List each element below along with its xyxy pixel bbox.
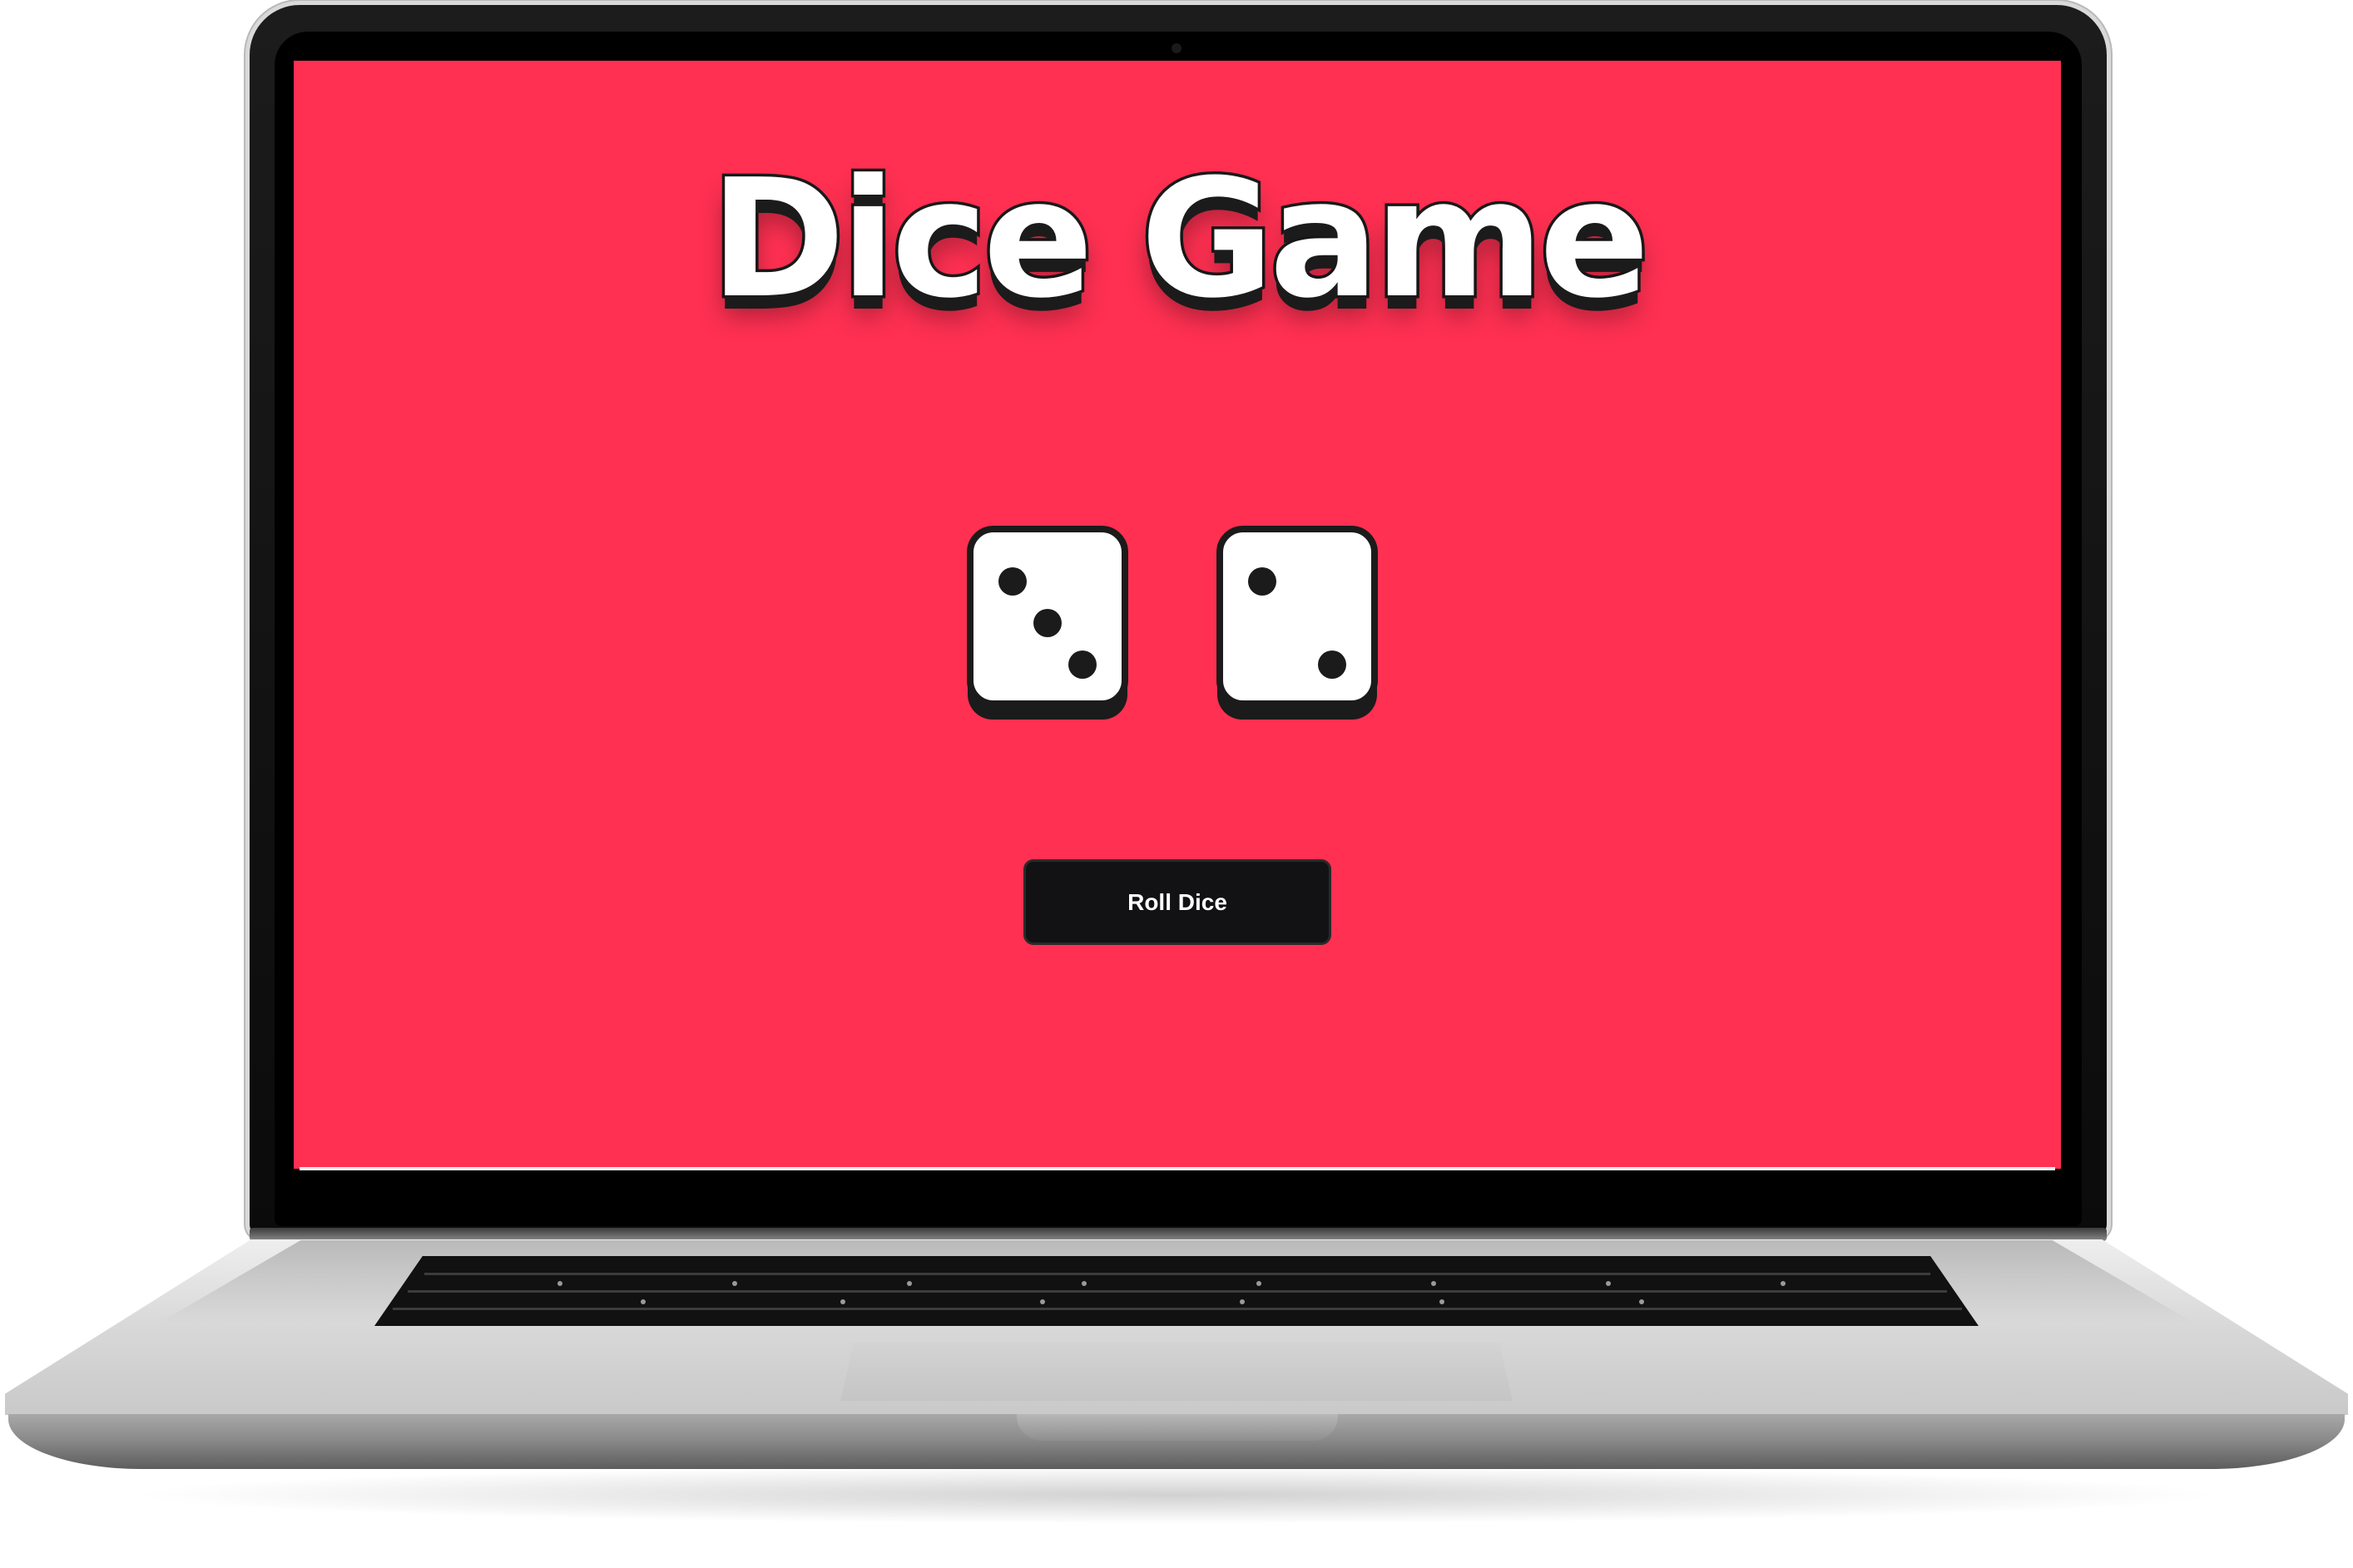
key-highlight [1431, 1281, 1436, 1286]
die-pip [1248, 567, 1276, 596]
key-highlight [840, 1299, 845, 1304]
laptop-mockup: Dice Game Roll Dice [0, 0, 2353, 1568]
keyboard [374, 1256, 1979, 1326]
key-highlight [1439, 1299, 1444, 1304]
ground-shadow [125, 1466, 2228, 1524]
key-highlight [557, 1281, 562, 1286]
app-screen: Dice Game Roll Dice [294, 61, 2061, 1169]
page-title: Dice Game [707, 145, 1653, 334]
die-pip [1033, 609, 1062, 637]
key-highlight [641, 1299, 646, 1304]
die-pip [1318, 650, 1346, 679]
key-highlight [732, 1281, 737, 1286]
key-highlight [907, 1281, 912, 1286]
die-pip [998, 567, 1027, 596]
die-two [1214, 523, 1380, 723]
trackpad [840, 1343, 1513, 1401]
laptop-hinge [250, 1228, 2107, 1241]
key-highlight [1082, 1281, 1087, 1286]
key-highlight [1606, 1281, 1611, 1286]
screen-bottom-edge [300, 1167, 2055, 1170]
key-row-divider [424, 1273, 1930, 1275]
roll-dice-button[interactable]: Roll Dice [1023, 859, 1331, 945]
key-highlight [1781, 1281, 1786, 1286]
dice-face-three-icon [967, 526, 1128, 720]
key-highlight [1040, 1299, 1045, 1304]
key-row-divider [393, 1308, 1962, 1310]
lid-opening-notch [1017, 1414, 1338, 1441]
die-face [1216, 526, 1378, 707]
webcam-icon [1172, 43, 1181, 53]
die-one [964, 523, 1131, 723]
dice-face-two-icon [1216, 526, 1378, 720]
die-pip [1068, 650, 1097, 679]
key-highlight [1256, 1281, 1261, 1286]
key-highlight [1639, 1299, 1644, 1304]
key-row-divider [408, 1290, 1947, 1293]
dice-row [294, 523, 2061, 739]
key-highlight [1240, 1299, 1245, 1304]
